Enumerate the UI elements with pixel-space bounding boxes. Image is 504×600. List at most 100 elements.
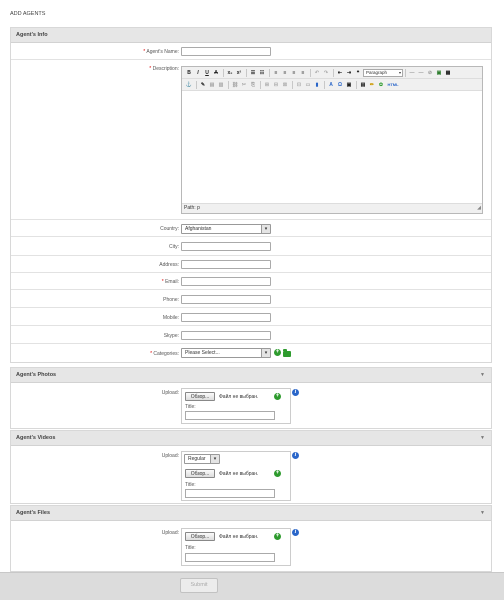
description-row: * Description: B I U A x₂ x² ☰ ☷ ≡ ≡ ≡ ≡…	[11, 60, 491, 220]
info-icon[interactable]: i	[292, 529, 299, 536]
add-file-icon[interactable]: +	[274, 533, 281, 540]
add-photo-icon[interactable]: +	[274, 393, 281, 400]
photos-upload-label: Upload:	[161, 390, 179, 396]
align-right-icon[interactable]: ≡	[290, 69, 298, 77]
undo-icon[interactable]: ↶	[313, 69, 321, 77]
skype-label: Skype:	[163, 333, 179, 339]
blockquote-icon[interactable]: ❝	[354, 69, 362, 77]
merge-cells-icon[interactable]: ⊠	[281, 81, 289, 89]
skype-input[interactable]	[181, 331, 271, 340]
strikethrough-icon[interactable]: A	[212, 69, 220, 77]
files-title-label: Title:	[185, 545, 196, 551]
city-input[interactable]	[181, 242, 271, 251]
cell-props-icon[interactable]: ▭	[304, 81, 312, 89]
unlink-icon[interactable]: ✂	[240, 81, 248, 89]
superscript-icon[interactable]: x²	[235, 69, 243, 77]
photos-browse-button[interactable]: Обзор...	[185, 392, 215, 401]
photos-title-input[interactable]	[185, 411, 275, 420]
resize-grip-icon[interactable]: ◢	[477, 204, 481, 213]
videos-title-input[interactable]	[185, 489, 275, 498]
videos-upload-box: Regular ▾ Обзор... Файл не выбран. + Titl…	[181, 451, 291, 501]
editor-toolbar-1: B I U A x₂ x² ☰ ☷ ≡ ≡ ≡ ≡ ↶ ↷ ⇤ ⇥ ❝ Para…	[182, 67, 482, 79]
info-icon[interactable]: i	[292, 452, 299, 459]
bold-icon[interactable]: B	[185, 69, 193, 77]
format-select[interactable]: Paragraph ▾	[363, 68, 403, 77]
media-icon[interactable]: ▣	[345, 81, 353, 89]
chart-icon[interactable]: ▮	[313, 81, 321, 89]
agents-videos-section: Agent's Videos ▼ Upload: Regular ▾ Обзор..…	[10, 430, 492, 504]
city-label: City:	[169, 244, 179, 250]
collapse-arrow-icon[interactable]: ▼	[480, 431, 485, 446]
palette-icon[interactable]: ✿	[377, 81, 385, 89]
bullet-list-icon[interactable]: ☰	[249, 69, 257, 77]
preview-icon[interactable]: ▤	[359, 81, 367, 89]
phone-input[interactable]	[181, 295, 271, 304]
photos-title-label: Title:	[185, 404, 196, 410]
remove-format-icon[interactable]: —	[417, 69, 425, 77]
email-row: * Email:	[11, 273, 491, 290]
table-icon[interactable]: ▦	[444, 69, 452, 77]
agents-info-header: Agent's Info	[11, 28, 491, 43]
photos-no-file-text: Файл не выбран.	[219, 394, 259, 400]
mobile-input[interactable]	[181, 313, 271, 322]
description-editor[interactable]: B I U A x₂ x² ☰ ☷ ≡ ≡ ≡ ≡ ↶ ↷ ⇤ ⇥ ❝ Para…	[181, 66, 483, 214]
align-center-icon[interactable]: ≡	[281, 69, 289, 77]
html-icon[interactable]: HTML	[386, 81, 400, 89]
subscript-icon[interactable]: x₂	[226, 69, 234, 77]
delete-row-icon[interactable]: ⊟	[272, 81, 280, 89]
required-mark: *	[143, 49, 146, 55]
agents-photos-header[interactable]: Agent's Photos ▼	[11, 368, 491, 383]
country-select[interactable]: Afghanistan ▾	[181, 224, 271, 234]
agent-name-input[interactable]	[181, 47, 271, 56]
files-upload-box: Обзор... Файл не выбран. + Title:	[181, 528, 291, 566]
collapse-arrow-icon[interactable]: ▼	[480, 506, 485, 521]
add-video-icon[interactable]: +	[274, 470, 281, 477]
insert-row-icon[interactable]: ⊞	[263, 81, 271, 89]
email-input[interactable]	[181, 277, 271, 286]
editor-path: Path: p	[184, 205, 200, 211]
italic-icon[interactable]: I	[194, 69, 202, 77]
color-text-icon[interactable]: A	[327, 81, 335, 89]
align-left-icon[interactable]: ≡	[272, 69, 280, 77]
submit-button[interactable]: Submit	[180, 578, 218, 593]
redo-icon[interactable]: ↷	[322, 69, 330, 77]
editor-status-bar: Path: p ◢	[182, 203, 482, 213]
underline-icon[interactable]: U	[203, 69, 211, 77]
chevron-down-icon: ▾	[210, 455, 219, 463]
mobile-label: Mobile:	[162, 315, 179, 321]
split-cells-icon[interactable]: ⊡	[295, 81, 303, 89]
numbered-list-icon[interactable]: ☷	[258, 69, 266, 77]
agents-files-header[interactable]: Agent's Files ▼	[11, 506, 491, 521]
info-icon[interactable]: i	[292, 389, 299, 396]
videos-title-label: Title:	[185, 482, 196, 488]
hr-icon[interactable]: —	[408, 69, 416, 77]
videos-no-file-text: Файл не выбран.	[219, 471, 259, 477]
video-type-select[interactable]: Regular ▾	[184, 454, 220, 464]
anchor-icon[interactable]: ⚓	[185, 81, 193, 89]
videos-browse-button[interactable]: Обзор...	[185, 469, 215, 478]
add-category-icon[interactable]: +	[274, 349, 281, 356]
outdent-icon[interactable]: ⇤	[336, 69, 344, 77]
pencil-icon[interactable]: ✏	[368, 81, 376, 89]
mobile-row: Mobile:	[11, 308, 491, 326]
cleanup-icon[interactable]: ⊘	[426, 69, 434, 77]
folder-icon[interactable]	[283, 349, 291, 357]
indent-icon[interactable]: ⇥	[345, 69, 353, 77]
image-icon[interactable]: ▣	[435, 69, 443, 77]
edit-css-icon[interactable]: ✎	[199, 81, 207, 89]
chevron-down-icon: ▾	[261, 349, 270, 357]
table-col-icon[interactable]: ▥	[217, 81, 225, 89]
categories-select[interactable]: Please Select... ▾	[181, 348, 271, 358]
form-footer: Submit	[0, 572, 504, 600]
address-input[interactable]	[181, 260, 271, 269]
link-icon[interactable]: ⛓	[231, 81, 239, 89]
agents-videos-header[interactable]: Agent's Videos ▼	[11, 431, 491, 446]
special-char-icon[interactable]: Ω	[336, 81, 344, 89]
table-row-icon[interactable]: ▤	[208, 81, 216, 89]
align-justify-icon[interactable]: ≡	[299, 69, 307, 77]
collapse-arrow-icon[interactable]: ▼	[480, 368, 485, 383]
files-browse-button[interactable]: Обзор...	[185, 532, 215, 541]
country-label: Country:	[160, 226, 179, 232]
files-title-input[interactable]	[185, 553, 275, 562]
copy-icon[interactable]: ⎘	[249, 81, 257, 89]
